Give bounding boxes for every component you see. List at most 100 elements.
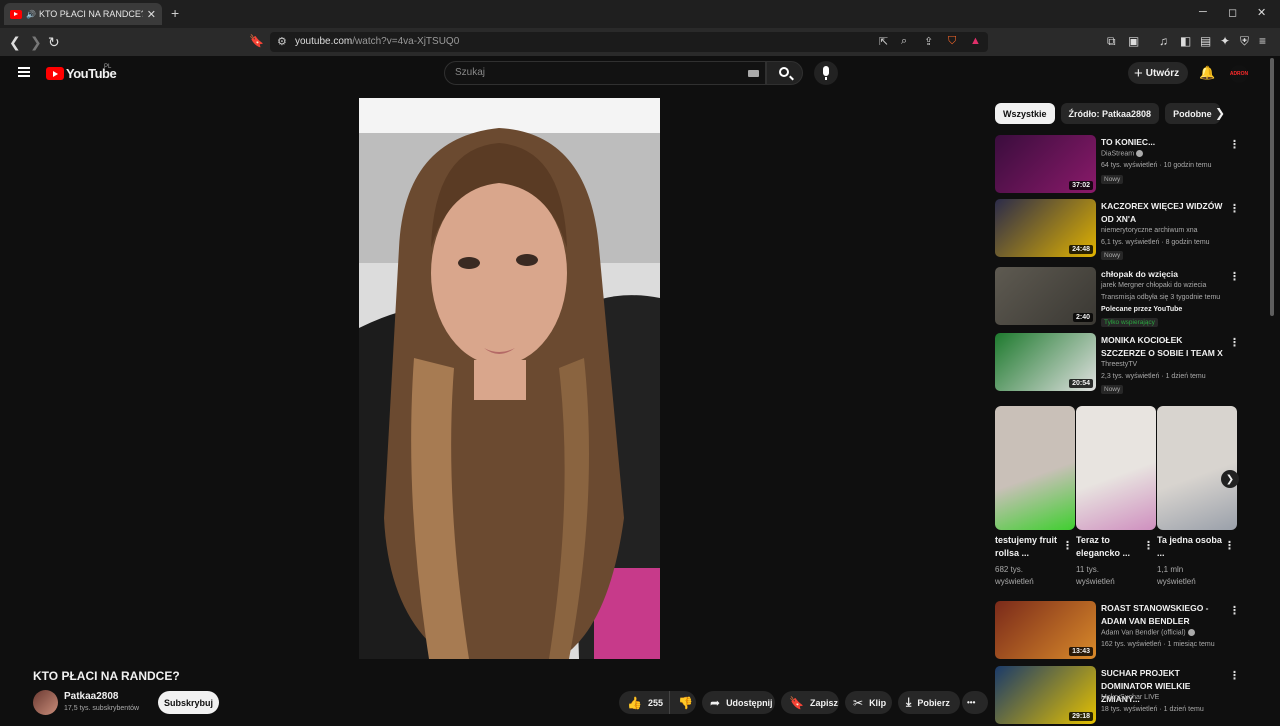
tab-close-icon[interactable]: ✕ [147, 8, 156, 21]
video-thumbnail[interactable]: 13:43 [995, 601, 1096, 659]
recommendation-item[interactable]: 13:43 ROAST STANOWSKIEGO - ADAM VAN BEND… [995, 601, 1240, 661]
youtube-logo[interactable]: YouTube PL [46, 64, 117, 81]
bookmark-icon[interactable]: 🔖 [249, 34, 264, 48]
recommendation-item[interactable]: 20:54 MONIKA KOCIOŁEK SZCZERZE O SOBIE I… [995, 333, 1240, 394]
account-avatar[interactable]: ADRON [1230, 65, 1248, 83]
chip-related[interactable]: Podobne [1165, 103, 1220, 124]
minimize-button[interactable]: ─ [1199, 6, 1207, 18]
chip-source[interactable]: Źródło: Patkaa2808 [1060, 103, 1160, 124]
more-options-icon[interactable]: ⋮ [1229, 336, 1240, 349]
keyboard-icon[interactable] [748, 70, 759, 77]
new-badge: Nowy [1101, 385, 1124, 394]
more-options-icon[interactable]: ⋮ [1143, 539, 1154, 552]
short-title[interactable]: Ta jedna osoba ... [1157, 534, 1225, 560]
recommendation-title[interactable]: KACZOREX WIĘCEJ WIDZÓW OD XN'A [1101, 200, 1226, 226]
search-input[interactable] [455, 67, 735, 78]
recommendation-title[interactable]: ROAST STANOWSKIEGO - ADAM VAN BENDLER [1101, 602, 1226, 628]
recommendation-channel[interactable]: jarek Mergner chłopaki do wziecia [1101, 282, 1206, 289]
screenshot-icon[interactable]: ▣ [1128, 34, 1139, 48]
more-options-icon[interactable]: ⋮ [1229, 138, 1240, 151]
recommendation-channel[interactable]: MokrySuchar LIVE [1101, 694, 1159, 701]
chip-all[interactable]: Wszystkie [995, 103, 1055, 124]
video-thumbnail[interactable]: 37:02 [995, 135, 1096, 193]
create-button[interactable]: + Utwórz [1128, 62, 1188, 84]
recommendation-channel[interactable]: DiaStream [1101, 150, 1144, 157]
short-item[interactable]: Teraz to elegancko ... 11 tys. wyświetleń… [1076, 406, 1156, 588]
short-thumbnail[interactable] [1076, 406, 1156, 530]
short-thumbnail[interactable] [1157, 406, 1237, 530]
leo-ai-icon[interactable]: ✦ [1220, 34, 1230, 48]
new-tab-button[interactable]: + [171, 5, 179, 21]
url-bar[interactable]: ⚙ youtube.com/watch?v=4va-XjTSUQ0 ⇱ ⌕ ⇪ … [270, 32, 988, 52]
guide-menu-icon[interactable] [18, 67, 30, 77]
back-icon[interactable]: ❮ [9, 34, 21, 51]
more-actions-button[interactable]: ••• [962, 691, 988, 714]
wallet-icon[interactable]: ▤ [1200, 34, 1211, 48]
more-options-icon[interactable]: ⋮ [1229, 202, 1240, 215]
recommendation-channel[interactable]: ThreestyTV [1101, 361, 1137, 368]
search-button[interactable] [766, 61, 803, 85]
short-item[interactable]: Ta jedna osoba ... 1,1 mln wyświetleń ⋮ [1157, 406, 1237, 588]
recommendation-item[interactable]: 24:48 KACZOREX WIĘCEJ WIDZÓW OD XN'A nie… [995, 199, 1240, 260]
recommendation-title[interactable]: TO KONIEC... [1101, 136, 1226, 149]
duration-badge: 24:48 [1069, 245, 1093, 254]
short-title[interactable]: Teraz to elegancko ... [1076, 534, 1144, 560]
shorts-next-icon[interactable]: ❯ [1221, 470, 1239, 488]
recommendation-item[interactable]: 29:18 SUCHAR PROJEKT DOMINATOR WIELKIE Z… [995, 666, 1240, 726]
video-title: KTO PŁACI NA RANDCE? [33, 669, 180, 683]
maximize-button[interactable]: ◻ [1228, 6, 1237, 19]
vpn-icon[interactable]: ⛨ [1240, 34, 1249, 49]
short-item[interactable]: testujemy fruit rollsa ... 682 tys. wyświ… [995, 406, 1075, 588]
notifications-bell-icon[interactable]: 🔔 [1199, 65, 1215, 81]
zoom-icon[interactable]: ⌕ [901, 35, 907, 48]
short-title[interactable]: testujemy fruit rollsa ... [995, 534, 1063, 560]
brave-rewards-icon[interactable]: ▲ [970, 35, 981, 47]
plus-icon: + [1134, 64, 1143, 82]
sidebar-icon[interactable]: ◧ [1180, 34, 1191, 48]
recommendation-channel[interactable]: Adam Van Bendler (official) [1101, 629, 1195, 636]
save-button[interactable]: 🔖 Zapisz [781, 691, 839, 714]
extensions-icon[interactable]: ⧉ [1107, 34, 1116, 49]
more-options-icon[interactable]: ⋮ [1229, 669, 1240, 682]
browser-tab[interactable]: 🔊 KTO PŁACI NA RANDCE? - YouTube ✕ [4, 3, 162, 25]
recommendation-title[interactable]: chłopak do wzięcia [1101, 268, 1226, 281]
more-options-icon[interactable]: ⋮ [1229, 604, 1240, 617]
short-views: 682 tys. wyświetleń [995, 565, 1034, 586]
like-button[interactable]: 👍 255 [619, 691, 669, 714]
recommendation-item[interactable]: 37:02 TO KONIEC... DiaStream 64 tys. wyś… [995, 135, 1240, 195]
more-options-icon[interactable]: ⋮ [1224, 539, 1235, 552]
video-thumbnail[interactable]: 24:48 [995, 199, 1096, 257]
short-thumbnail[interactable] [995, 406, 1075, 530]
reload-icon[interactable]: ↻ [48, 34, 60, 51]
video-player[interactable] [359, 98, 660, 659]
chips-next-icon[interactable]: ❯ [1215, 106, 1225, 120]
recommendation-title[interactable]: MONIKA KOCIOŁEK SZCZERZE O SOBIE I TEAM … [1101, 334, 1226, 360]
video-thumbnail[interactable]: 29:18 [995, 666, 1096, 724]
video-thumbnail[interactable]: 20:54 [995, 333, 1096, 391]
close-window-button[interactable]: ✕ [1257, 6, 1266, 19]
page-scrollbar[interactable] [1270, 58, 1274, 316]
voice-search-button[interactable] [814, 61, 838, 85]
recommendation-channel[interactable]: niemerytoryczne archiwum xna [1101, 227, 1197, 234]
channel-name[interactable]: Patkaa2808 [64, 691, 119, 702]
share-button[interactable]: ➦ Udostępnij [702, 691, 775, 714]
video-thumbnail[interactable]: 2:40 [995, 267, 1096, 325]
clip-button[interactable]: ✂ Klip [845, 691, 892, 714]
more-options-icon[interactable]: ⋮ [1062, 539, 1073, 552]
music-icon[interactable]: ♫ [1159, 34, 1168, 48]
more-options-icon[interactable]: ⋮ [1229, 270, 1240, 283]
channel-avatar[interactable] [33, 690, 58, 715]
open-external-icon[interactable]: ⇱ [879, 35, 888, 48]
browser-tab-strip: 🔊 KTO PŁACI NA RANDCE? - YouTube ✕ + ─ ◻… [0, 0, 1280, 28]
brave-shield-icon[interactable]: ⛉ [948, 35, 956, 48]
recommendation-item[interactable]: 2:40 chłopak do wzięcia jarek Mergner ch… [995, 267, 1240, 327]
forward-icon[interactable]: ❯ [30, 34, 42, 51]
dislike-button[interactable]: 👎 [669, 691, 696, 714]
shorts-shelf: testujemy fruit rollsa ... 682 tys. wyświ… [995, 406, 1240, 591]
subscribe-button[interactable]: Subskrybuj [158, 691, 219, 714]
url-text: youtube.com/watch?v=4va-XjTSUQ0 [295, 36, 460, 47]
browser-menu-icon[interactable]: ≡ [1259, 34, 1266, 48]
share-page-icon[interactable]: ⇪ [924, 35, 933, 48]
site-settings-icon[interactable]: ⚙ [277, 35, 287, 48]
download-button[interactable]: ⤓ Pobierz [898, 691, 960, 714]
